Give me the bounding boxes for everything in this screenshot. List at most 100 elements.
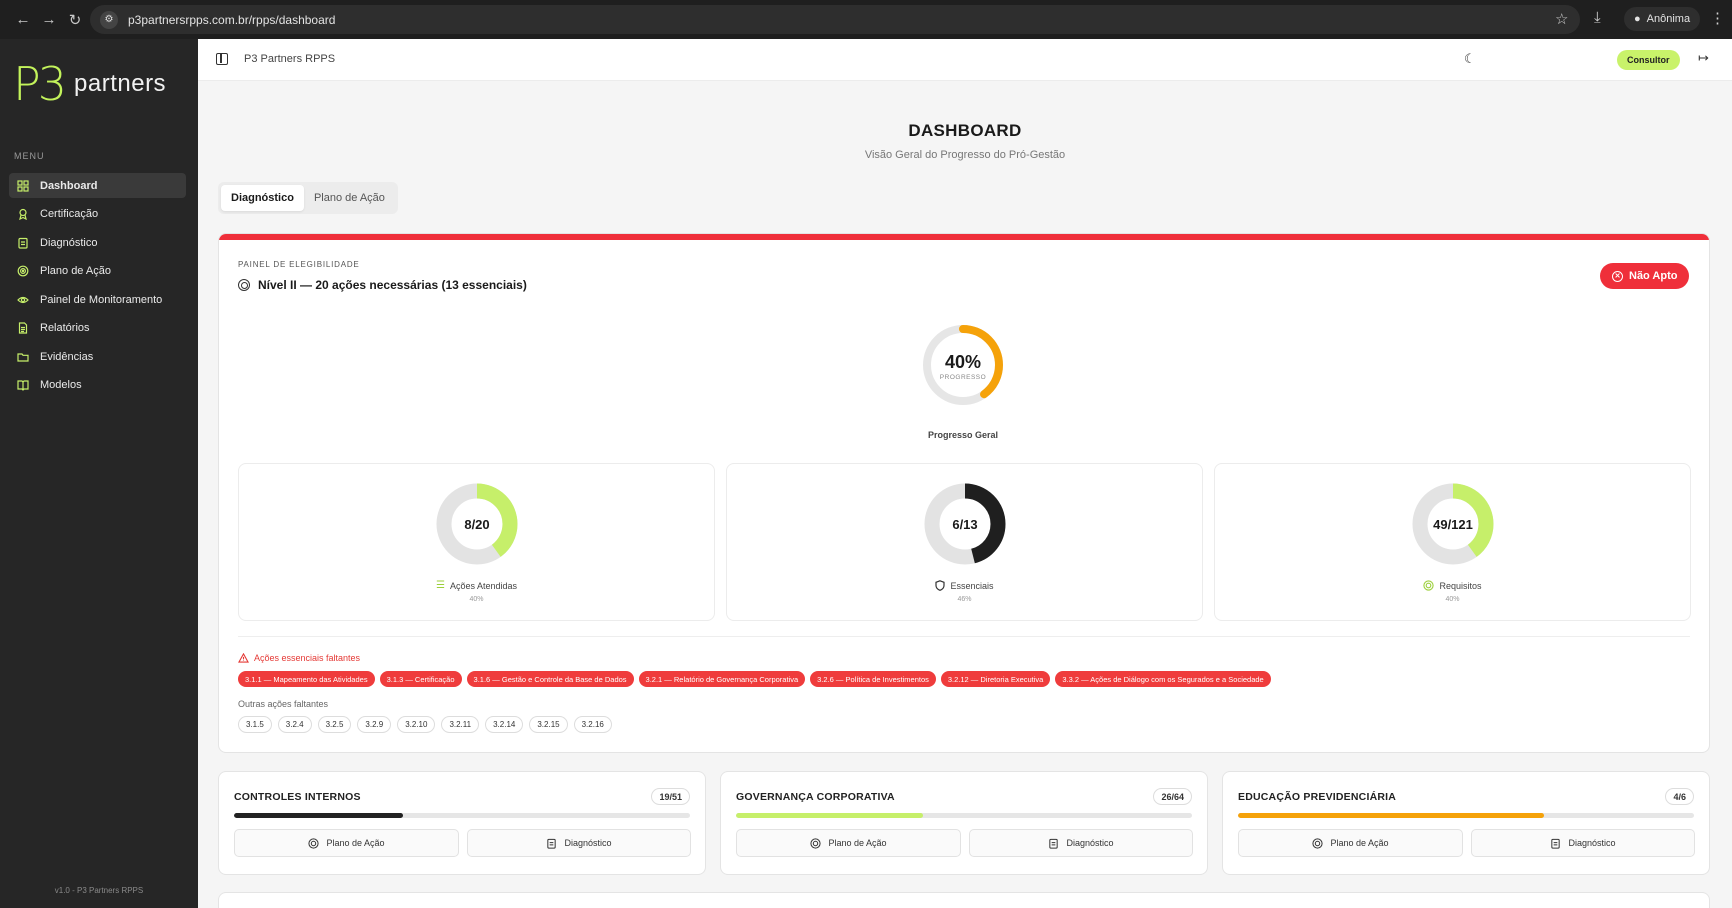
status-badge: ✕ Não Apto — [1600, 263, 1690, 289]
diagnostico-button[interactable]: Diagnóstico — [969, 829, 1193, 857]
stat-label-row: Essenciais — [727, 580, 1202, 591]
target-icon — [16, 264, 30, 278]
area-card-controles-internos: CONTROLES INTERNOS 19/51 Plano de Ação D… — [218, 771, 706, 875]
missing-essential-chip[interactable]: 3.3.2 — Ações de Diálogo com os Segurado… — [1055, 671, 1271, 687]
bookmark-star-icon[interactable]: ☆ — [1555, 10, 1568, 28]
area-progress-fill — [234, 813, 403, 818]
diagnostico-button[interactable]: Diagnóstico — [1471, 829, 1695, 857]
plano-de-acao-button[interactable]: Plano de Ação — [1238, 829, 1463, 857]
site-info-icon[interactable]: ⚙ — [100, 10, 118, 29]
other-missing-chip[interactable]: 3.1.5 — [238, 716, 272, 733]
stat-card-requisitos: 49/121 Requisitos 40% — [1214, 463, 1691, 621]
tab-plano-de-acao[interactable]: Plano de Ação — [304, 185, 395, 211]
area-progress-track — [234, 813, 690, 818]
sidebar-item-diagnostico[interactable]: Diagnóstico — [9, 230, 186, 255]
address-bar[interactable]: ⚙ p3partnersrpps.com.br/rpps/dashboard — [90, 5, 1580, 34]
sidebar-item-label: Diagnóstico — [40, 236, 98, 249]
sidebar-toggle-icon[interactable] — [216, 53, 228, 65]
other-missing-chip[interactable]: 3.2.9 — [357, 716, 392, 733]
stat-label-row: Requisitos — [1215, 580, 1690, 591]
gauge-value: 40% — [945, 352, 981, 372]
profile-label: Anônima — [1646, 13, 1691, 25]
download-icon[interactable]: ⤓ — [1594, 9, 1601, 26]
area-progress-fill — [736, 813, 923, 818]
diagnostico-button[interactable]: Diagnóstico — [467, 829, 691, 857]
sidebar-item-label: Relatórios — [40, 322, 90, 334]
back-icon[interactable]: ← — [10, 7, 36, 33]
sidebar: P3 partners MENU Dashboard Certificação … — [0, 39, 198, 908]
ring-value: 49/121 — [1433, 517, 1473, 532]
profile-button[interactable]: ● Anônima — [1624, 7, 1701, 31]
essenciais-ring: 6/13 — [924, 483, 1006, 565]
button-label: Plano de Ação — [326, 838, 385, 848]
browser-toolbar: ← → ↻ ⚙ p3partnersrpps.com.br/rpps/dashb… — [0, 0, 1732, 39]
other-missing-chip[interactable]: 3.2.14 — [485, 716, 524, 733]
other-missing-chip[interactable]: 3.2.4 — [277, 716, 312, 733]
missing-essential-chip[interactable]: 3.2.12 — Diretoria Executiva — [940, 671, 1051, 687]
missing-essential-chip[interactable]: 3.2.1 — Relatório de Governança Corporat… — [638, 671, 806, 687]
other-missing-chip[interactable]: 3.2.5 — [317, 716, 352, 733]
area-title: EDUCAÇÃO PREVIDENCIÁRIA — [1238, 791, 1397, 803]
url-text[interactable]: p3partnersrpps.com.br/rpps/dashboard — [128, 13, 335, 27]
area-progress-track — [1238, 813, 1694, 818]
panel-heading-text: Nível II — 20 ações necessárias (13 esse… — [258, 278, 527, 292]
sidebar-item-modelos[interactable]: Modelos — [9, 373, 186, 398]
browser-menu-icon[interactable]: ⋮ — [1710, 9, 1725, 27]
sidebar-item-label: Evidências — [40, 350, 94, 363]
overall-progress-gauge: 40% PROGRESSO — [923, 325, 1003, 405]
other-missing-chip[interactable]: 3.2.16 — [573, 716, 612, 733]
forward-icon[interactable]: → — [36, 7, 62, 33]
area-title: GOVERNANÇA CORPORATIVA — [736, 791, 895, 803]
target-icon — [810, 837, 822, 849]
missing-essential-chip[interactable]: 3.1.1 — Mapeamento das Atividades — [238, 671, 375, 687]
missing-essential-chip[interactable]: 3.1.6 — Gestão e Controle da Base de Dad… — [466, 671, 634, 687]
clipboard-icon — [1551, 838, 1561, 849]
status-accent-bar — [219, 234, 1709, 240]
stat-percent: 40% — [1445, 596, 1460, 603]
button-label: Diagnóstico — [1066, 838, 1114, 848]
stat-card-essenciais: 6/13 Essenciais 46% — [726, 463, 1203, 621]
stat-label: Ações Atendidas — [449, 580, 518, 591]
logout-icon[interactable]: ↦ — [1698, 50, 1709, 66]
reload-icon[interactable]: ↻ — [62, 7, 88, 33]
clipboard-icon — [16, 236, 30, 250]
panel-kicker: PAINEL DE ELEGIBILIDADE — [238, 260, 360, 269]
page-title: DASHBOARD — [908, 121, 1022, 140]
sidebar-item-label: Modelos — [40, 379, 82, 391]
other-missing-chip[interactable]: 3.2.15 — [529, 716, 568, 733]
shield-icon — [935, 580, 946, 591]
alert-triangle-icon — [238, 653, 249, 663]
area-progress-fill — [1238, 813, 1544, 818]
eligibility-panel: PAINEL DE ELEGIBILIDADE Nível II — 20 aç… — [218, 233, 1710, 753]
button-label: Diagnóstico — [1568, 838, 1616, 848]
sidebar-item-plano-de-acao[interactable]: Plano de Ação — [9, 259, 186, 284]
other-missing-chip[interactable]: 3.2.11 — [441, 716, 480, 733]
sidebar-item-relatorios[interactable]: Relatórios — [9, 316, 186, 341]
missing-essential-chip[interactable]: 3.1.3 — Certificação — [379, 671, 462, 687]
view-tabs: Diagnóstico Plano de Ação — [218, 182, 398, 214]
theme-toggle-icon[interactable]: ☾ — [1464, 51, 1476, 67]
logo[interactable]: P3 partners — [13, 61, 166, 107]
divider — [238, 636, 1690, 637]
plano-de-acao-button[interactable]: Plano de Ação — [234, 829, 459, 857]
plano-de-acao-button[interactable]: Plano de Ação — [736, 829, 961, 857]
other-missing-chip[interactable]: 3.2.10 — [397, 716, 436, 733]
tab-diagnostico[interactable]: Diagnóstico — [221, 185, 304, 211]
sidebar-item-dashboard[interactable]: Dashboard — [9, 173, 186, 198]
stat-percent: 40% — [469, 596, 484, 603]
missing-essential-title: Ações essenciais faltantes — [238, 653, 360, 663]
target-icon — [1312, 837, 1324, 849]
target-icon — [308, 837, 320, 849]
missing-essential-chip[interactable]: 3.2.6 — Política de Investimentos — [810, 671, 936, 687]
incognito-icon: ● — [1634, 13, 1641, 25]
next-section-card — [218, 892, 1710, 908]
button-label: Diagnóstico — [564, 838, 612, 848]
stat-card-acoes: 8/20 ☰ Ações Atendidas 40% — [238, 463, 715, 621]
sidebar-item-label: Plano de Ação — [40, 265, 111, 277]
sidebar-item-painel-de-monitoramento[interactable]: Painel de Monitoramento — [9, 287, 186, 312]
sidebar-item-certificacao[interactable]: Certificação — [9, 202, 186, 227]
sidebar-item-evidencias[interactable]: Evidências — [9, 344, 186, 369]
ring-value: 8/20 — [464, 517, 489, 532]
logo-mark: P3 — [13, 57, 67, 111]
version-text: v1.0 - P3 Partners RPPS — [54, 886, 144, 895]
